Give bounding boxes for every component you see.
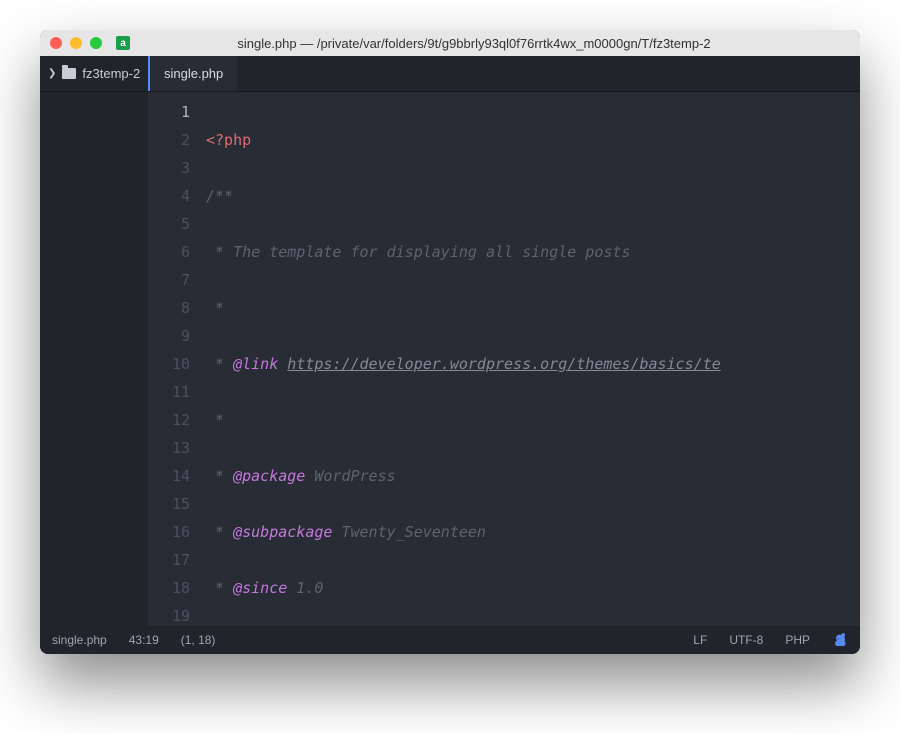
line-number: 6 — [148, 238, 190, 266]
code-token: @package — [233, 467, 305, 485]
line-number: 7 — [148, 266, 190, 294]
folder-icon — [62, 68, 76, 79]
line-number: 4 — [148, 182, 190, 210]
code-token: * — [206, 355, 233, 373]
code-token: WordPress — [305, 467, 395, 485]
line-number: 11 — [148, 378, 190, 406]
sidebar[interactable] — [40, 92, 148, 626]
editor-body: 12345678910111213141516171819 <?php /** … — [40, 92, 860, 626]
code-token — [278, 355, 287, 373]
line-number: 18 — [148, 574, 190, 602]
code-token: * — [206, 467, 233, 485]
line-number: 12 — [148, 406, 190, 434]
line-number: 14 — [148, 462, 190, 490]
code-area[interactable]: <?php /** * The template for displaying … — [204, 92, 860, 626]
status-size[interactable]: 43:19 — [129, 633, 159, 647]
titlebar[interactable]: a single.php — /private/var/folders/9t/g… — [40, 30, 860, 56]
editor-pane[interactable]: 12345678910111213141516171819 <?php /** … — [148, 92, 860, 626]
file-type-icon: a — [116, 36, 130, 50]
top-bar: ❯ fz3temp-2 single.php — [40, 56, 860, 92]
editor-window: a single.php — /private/var/folders/9t/g… — [40, 30, 860, 654]
code-token: /** — [206, 187, 233, 205]
tab-bar: single.php — [148, 56, 860, 91]
line-number: 19 — [148, 602, 190, 626]
line-number: 15 — [148, 490, 190, 518]
traffic-lights — [50, 37, 102, 49]
tab-label: single.php — [164, 66, 223, 81]
chevron-right-icon: ❯ — [48, 68, 56, 79]
line-number: 1 — [148, 98, 190, 126]
status-cursor-pos[interactable]: (1, 18) — [181, 633, 216, 647]
code-token: * — [206, 299, 224, 317]
code-token: <?php — [206, 131, 251, 149]
status-file[interactable]: single.php — [52, 633, 107, 647]
minimize-icon[interactable] — [70, 37, 82, 49]
code-token: @link — [233, 355, 278, 373]
code-token: * — [206, 579, 233, 597]
code-token: 1.0 — [287, 579, 323, 597]
close-icon[interactable] — [50, 37, 62, 49]
code-token: * — [206, 411, 224, 429]
line-number: 13 — [148, 434, 190, 462]
line-number: 3 — [148, 154, 190, 182]
status-encoding[interactable]: UTF-8 — [729, 633, 763, 647]
status-language[interactable]: PHP — [785, 633, 810, 647]
tree-root[interactable]: ❯ fz3temp-2 — [40, 56, 148, 91]
code-token: Twenty_Seventeen — [332, 523, 486, 541]
tab-single-php[interactable]: single.php — [148, 56, 237, 91]
code-token: @subpackage — [233, 523, 332, 541]
status-eol[interactable]: LF — [693, 633, 707, 647]
line-number: 2 — [148, 126, 190, 154]
tree-folder-label: fz3temp-2 — [82, 66, 140, 81]
code-token: * — [206, 523, 233, 541]
squirrel-icon[interactable] — [832, 632, 848, 648]
code-token: https://developer.wordpress.org/themes/b… — [287, 355, 720, 373]
line-number: 9 — [148, 322, 190, 350]
line-number: 16 — [148, 518, 190, 546]
line-number: 17 — [148, 546, 190, 574]
line-number: 5 — [148, 210, 190, 238]
line-number-gutter: 12345678910111213141516171819 — [148, 92, 204, 626]
zoom-icon[interactable] — [90, 37, 102, 49]
line-number: 10 — [148, 350, 190, 378]
code-token: @since — [233, 579, 287, 597]
line-number: 8 — [148, 294, 190, 322]
window-title: single.php — /private/var/folders/9t/g9b… — [138, 36, 850, 51]
status-bar: single.php 43:19 (1, 18) LF UTF-8 PHP — [40, 626, 860, 654]
code-token: * The template for displaying all single… — [206, 243, 630, 261]
